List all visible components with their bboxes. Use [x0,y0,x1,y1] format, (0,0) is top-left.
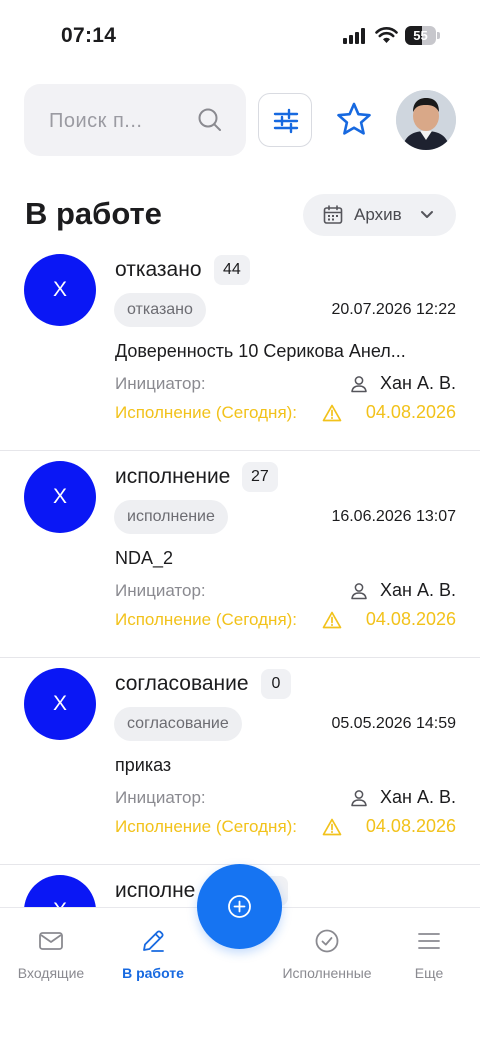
calendar-icon [323,205,343,224]
due-label: Исполнение (Сегодня): [115,817,298,836]
nav-item-in-progress[interactable]: В работе [98,908,208,988]
card-avatar: Х [24,875,96,908]
warning-icon [322,818,342,836]
due-date: 04.08.2026 [365,816,456,836]
initiator-name: Хан А. В. [380,580,456,600]
search-icon[interactable] [197,107,223,133]
card-document-name: приказ [115,755,172,775]
check-circle-icon [315,929,339,953]
card-title: отказано [115,258,202,281]
card-avatar: Х [24,668,96,740]
due-date: 04.08.2026 [365,402,456,422]
person-icon [351,376,367,393]
page-title: В работе [25,196,162,231]
create-button[interactable] [197,864,282,949]
person-icon [351,790,367,807]
card-date: 20.07.2026 12:22 [331,301,456,318]
due-date: 04.08.2026 [365,609,456,629]
filter-sliders-icon [273,108,299,134]
status-bar: 07:14 55 [0,0,480,70]
initiator-name: Хан А. В. [380,787,456,807]
nav-item-completed[interactable]: Исполненные [272,908,382,988]
due-label: Исполнение (Сегодня): [115,403,298,422]
wifi-icon [375,27,398,43]
filter-button[interactable] [258,93,312,147]
task-list[interactable]: Хотказано 44 отказано 20.07.2026 12:22 Довер… [0,244,480,908]
task-card[interactable]: Хотказано 44 отказано 20.07.2026 12:22 Довер… [0,244,480,451]
nav-item-more[interactable]: Еще [374,908,480,988]
card-count-badge: 44 [214,255,250,285]
nav-label-in-progress: В работе [122,965,184,981]
card-title: исполнение [115,465,231,488]
card-avatar: Х [24,461,96,533]
status-time: 07:14 [61,24,117,47]
status-chip: согласование [114,707,242,741]
plus-circle-icon [228,895,251,918]
status-chip: исполнение [114,500,228,534]
nav-label-incoming: Входящие [17,965,85,981]
card-count-badge: 0 [261,669,291,699]
due-label: Исполнение (Сегодня): [115,610,298,629]
initiator-label: Инициатор: [115,788,206,807]
card-document-name: NDA_2 [115,548,174,568]
card-title: согласование [115,672,249,695]
pencil-icon [143,930,164,952]
nav-label-completed: Исполненные [282,965,372,981]
card-date: 16.06.2026 13:07 [331,508,456,525]
card-title: исполне [115,879,196,902]
task-card[interactable]: Хсогласование 0 согласование 05.05.2026 14:… [0,658,480,865]
archive-label: Архив [354,205,402,224]
mail-icon [39,932,63,950]
warning-icon [322,404,342,422]
menu-icon [418,933,440,949]
status-chip: отказано [114,293,206,327]
user-avatar[interactable] [396,90,456,150]
chevron-down-icon [421,211,433,218]
card-date: 05.05.2026 14:59 [331,715,456,732]
card-document-name: Доверенность 10 Серикова Анел... [115,341,406,361]
battery-indicator: 55 [405,26,440,45]
nav-label-more: Еще [414,965,444,981]
card-avatar: Х [24,254,96,326]
warning-icon [322,611,342,629]
avatar-photo [396,90,456,150]
search-input[interactable]: Поиск п... [24,84,246,156]
person-icon [351,583,367,600]
cellular-signal-icon [343,28,365,44]
star-icon[interactable] [334,100,374,140]
initiator-label: Инициатор: [115,581,206,600]
archive-dropdown[interactable]: Архив [303,194,456,236]
task-card[interactable]: Хисполнение 27 исполнение 16.06.2026 13:07 N… [0,451,480,658]
search-placeholder: Поиск п... [49,110,143,132]
initiator-name: Хан А. В. [380,373,456,393]
nav-item-incoming[interactable]: Входящие [0,908,106,988]
card-count-badge: 27 [242,462,278,492]
initiator-label: Инициатор: [115,374,206,393]
